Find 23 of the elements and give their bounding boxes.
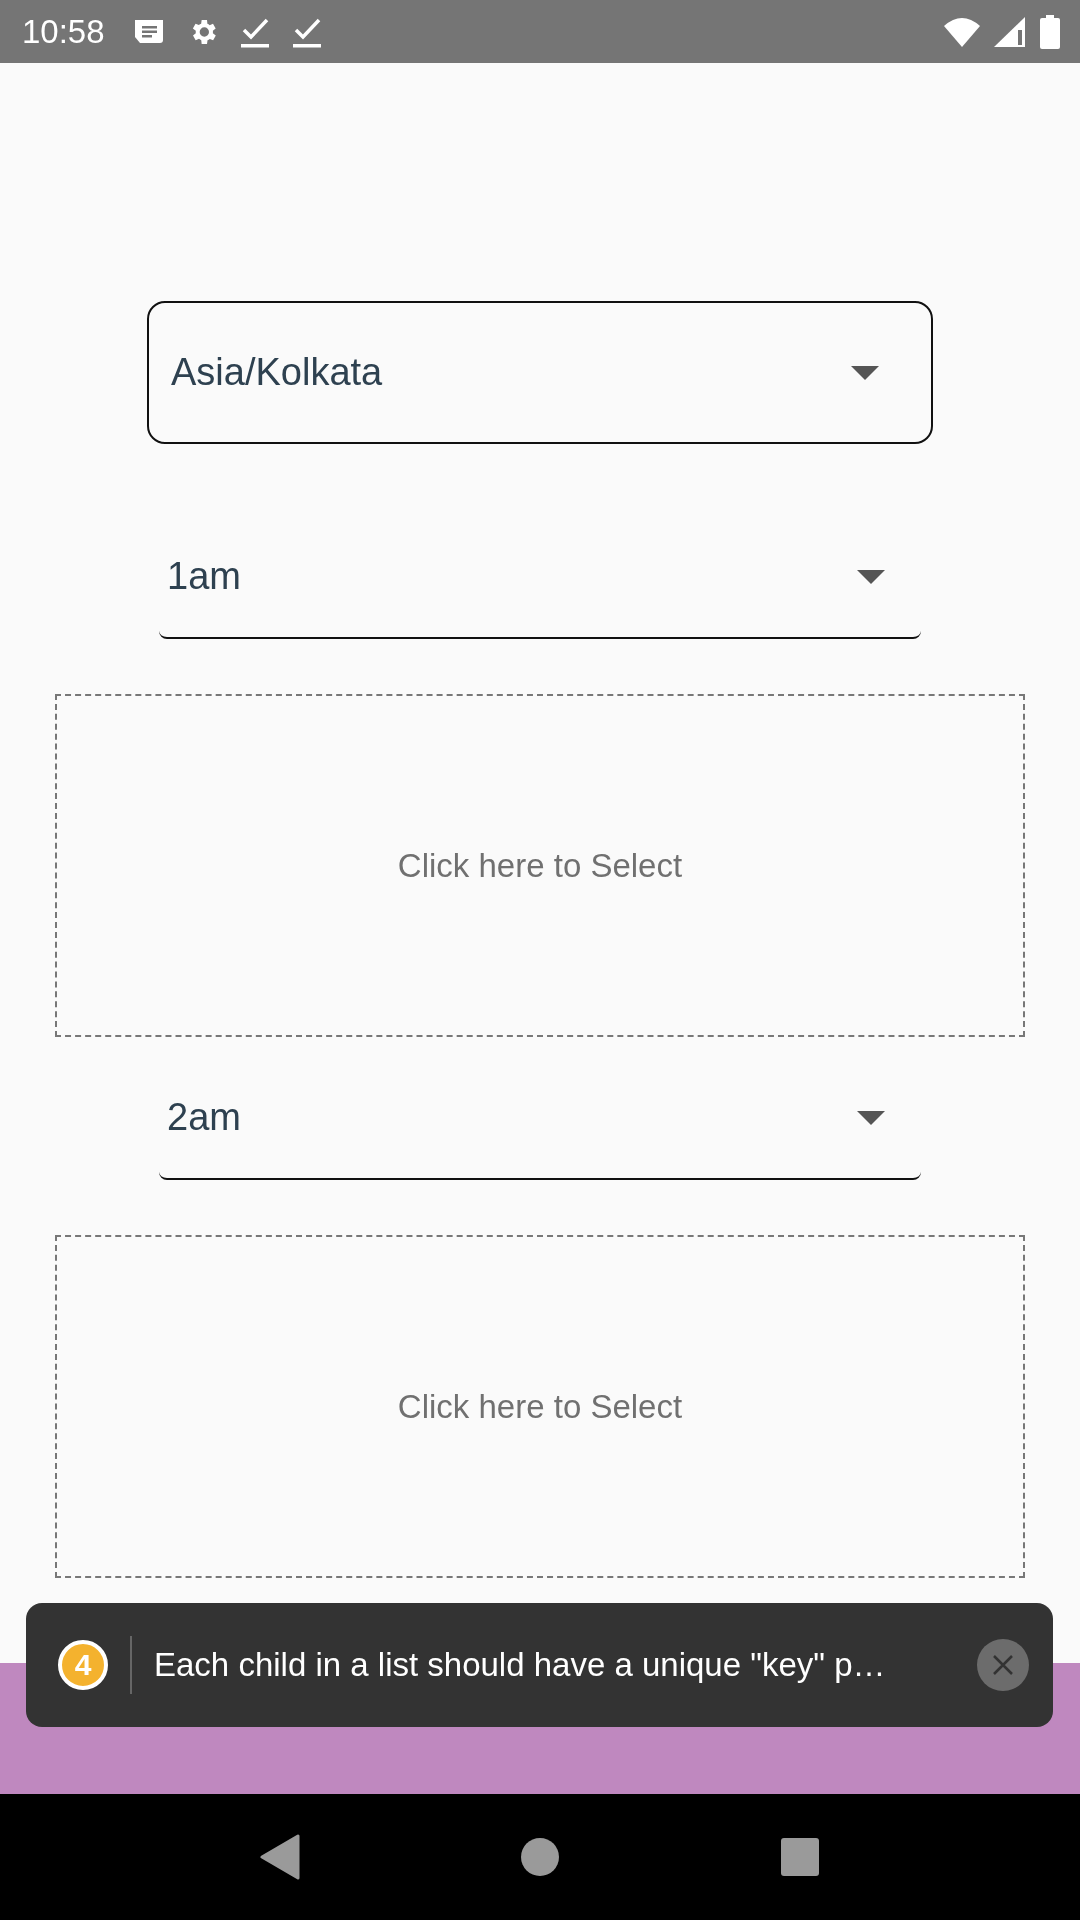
warning-toast[interactable]: 4 Each child in a list should have a unique "key" p… [26,1603,1053,1727]
close-button[interactable] [977,1639,1029,1691]
home-icon[interactable] [520,1837,560,1877]
time-dropdown[interactable]: 2am [159,1071,921,1180]
select-area[interactable]: Click here to Select [55,694,1025,1037]
wifi-icon [944,15,980,48]
select-prompt: Click here to Select [397,1387,683,1426]
dropdown-caret-icon [851,365,879,380]
clock-time: 10:58 [22,12,105,51]
timezone-dropdown[interactable]: Asia/Kolkata [147,301,933,444]
recents-icon[interactable] [780,1837,820,1877]
close-icon [992,1654,1014,1676]
warning-count-badge: 4 [58,1640,108,1690]
message-icon [132,17,165,46]
signal-icon [994,15,1026,48]
warning-message: Each child in a list should have a unique "key" p… [154,1646,887,1684]
select-prompt: Click here to Select [397,846,683,885]
select-area[interactable]: Click here to Select [55,1235,1025,1578]
dropdown-caret-icon [857,569,885,584]
time-dropdown[interactable]: 1am [159,530,921,639]
dropdown-caret-icon [857,1110,885,1125]
back-icon[interactable] [260,1834,300,1880]
battery-icon [1040,14,1060,49]
